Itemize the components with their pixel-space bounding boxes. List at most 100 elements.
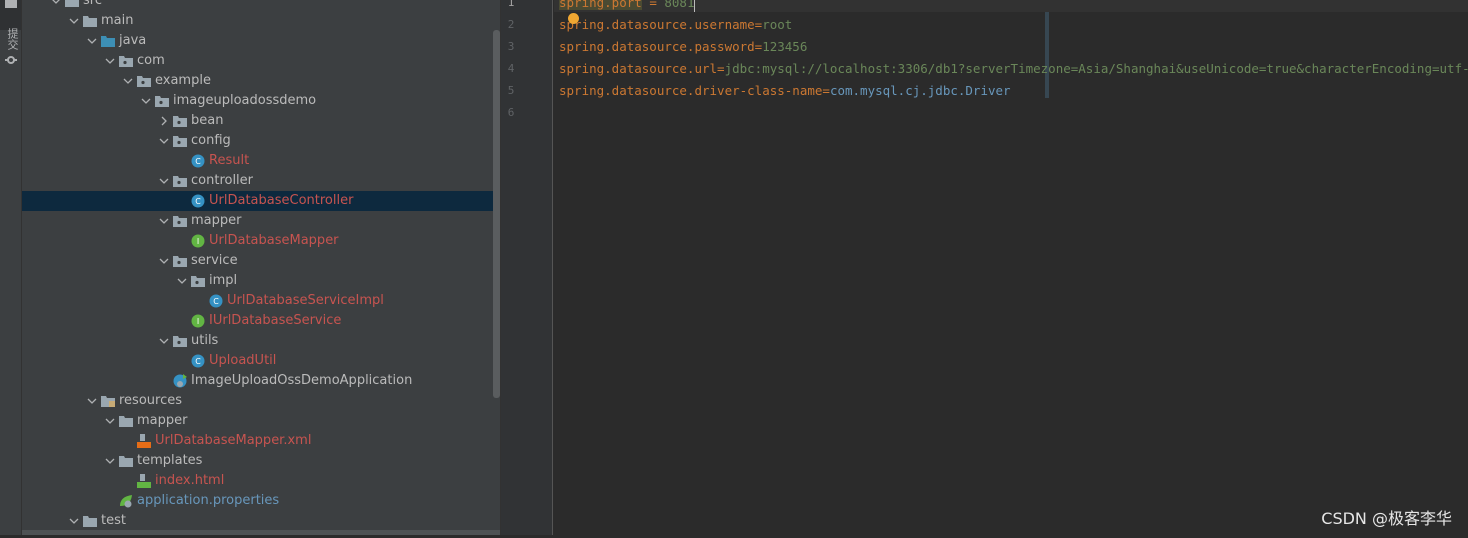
chevron-down-icon[interactable]: [68, 511, 80, 531]
tree-item[interactable]: C UploadUtil: [22, 351, 500, 371]
commit-icon: [5, 56, 17, 64]
interface-icon: I: [191, 314, 205, 328]
folder-icon: [65, 0, 79, 8]
svg-text:C: C: [213, 297, 219, 306]
package-icon: [173, 114, 187, 128]
tree-item[interactable]: index.html: [22, 471, 500, 491]
tree-item[interactable]: application.properties: [22, 491, 500, 511]
intention-bulb-icon[interactable]: [568, 13, 579, 24]
chevron-down-icon[interactable]: [140, 91, 152, 111]
tree-item[interactable]: example: [22, 71, 500, 91]
chevron-down-icon[interactable]: [68, 11, 80, 31]
folder-icon: [83, 14, 97, 28]
code-line: spring.datasource.url=jdbc:mysql://local…: [559, 58, 1468, 80]
tree-item-label: UrlDatabaseController: [209, 193, 354, 208]
tree-item[interactable]: mapper: [22, 211, 500, 231]
tree-horizontal-scrollbar[interactable]: [22, 530, 500, 535]
editor-gutter: 1 2 3 4 5 6: [501, 0, 1049, 535]
code-line: spring.datasource.username=root: [559, 14, 792, 36]
tree-item[interactable]: resources: [22, 391, 500, 411]
chevron-down-icon[interactable]: [122, 71, 134, 91]
chevron-down-icon[interactable]: [86, 391, 98, 411]
svg-text:I: I: [197, 317, 199, 326]
tree-item-label: mapper: [191, 213, 242, 228]
watermark: CSDN @极客李华: [1321, 509, 1452, 528]
class-icon: C: [191, 154, 205, 168]
tree-item[interactable]: mapper: [22, 411, 500, 431]
svg-text:I: I: [197, 237, 199, 246]
code-editor[interactable]: spring.port = 8081 spring.datasource.user…: [554, 0, 1468, 535]
resources-folder-icon: [101, 394, 115, 408]
tree-item-label: application.properties: [137, 493, 280, 508]
chevron-down-icon[interactable]: [158, 171, 170, 191]
package-icon: [137, 74, 151, 88]
line-number: 2: [507, 18, 515, 31]
tree-item[interactable]: I UrlDatabaseMapper: [22, 231, 500, 251]
tree-item[interactable]: main: [22, 11, 500, 31]
chevron-down-icon[interactable]: [104, 451, 116, 471]
tree-item-label: index.html: [155, 473, 225, 488]
package-icon: [173, 134, 187, 148]
chevron-down-icon[interactable]: [176, 271, 188, 291]
tree-item[interactable]: I IUrlDatabaseService: [22, 311, 500, 331]
chevron-down-icon[interactable]: [158, 331, 170, 351]
package-icon: [173, 214, 187, 228]
class-icon: C: [191, 194, 205, 208]
tree-item[interactable]: ImageUploadOssDemoApplication: [22, 371, 500, 391]
tree-item[interactable]: controller: [22, 171, 500, 191]
separator: =: [641, 0, 665, 10]
chevron-down-icon[interactable]: [104, 51, 116, 71]
chevron-down-icon[interactable]: [86, 31, 98, 51]
tree-item-label: impl: [209, 273, 238, 288]
tree-item[interactable]: imageuploadossdemo: [22, 91, 500, 111]
tree-item[interactable]: bean: [22, 111, 500, 131]
tree-item[interactable]: config: [22, 131, 500, 151]
tree-item-label: ImageUploadOssDemoApplication: [191, 373, 413, 388]
tree-item[interactable]: service: [22, 251, 500, 271]
folder-icon: [83, 514, 97, 528]
properties-file-icon: [119, 494, 133, 508]
separator: =: [822, 83, 830, 98]
tree-item[interactable]: C UrlDatabaseController: [22, 191, 500, 211]
tree-item[interactable]: UrlDatabaseMapper.xml: [22, 431, 500, 451]
svg-text:C: C: [195, 357, 201, 366]
line-number: 3: [507, 40, 515, 53]
chevron-down-icon[interactable]: [158, 251, 170, 271]
chevron-down-icon[interactable]: [158, 131, 170, 151]
tree-item[interactable]: utils: [22, 331, 500, 351]
tree-item[interactable]: templates: [22, 451, 500, 471]
tree-item[interactable]: com: [22, 51, 500, 71]
class-icon: C: [209, 294, 223, 308]
tree-scrollbar[interactable]: [493, 30, 500, 398]
left-tool-strip: 提交: [0, 0, 22, 535]
tree-item[interactable]: C Result: [22, 151, 500, 171]
commit-tool-tab[interactable]: 提交: [4, 28, 20, 50]
tree-item[interactable]: java: [22, 31, 500, 51]
tree-item[interactable]: C UrlDatabaseServiceImpl: [22, 291, 500, 311]
source-folder-icon: [101, 34, 115, 48]
chevron-down-icon[interactable]: [104, 411, 116, 431]
svg-text:C: C: [195, 157, 201, 166]
chevron-down-icon[interactable]: [158, 211, 170, 231]
chevron-right-icon[interactable]: [158, 111, 170, 131]
tree-item-label: resources: [119, 393, 183, 408]
tree-item[interactable]: src: [22, 0, 500, 11]
tree-item-label: bean: [191, 113, 224, 128]
separator: =: [717, 61, 725, 76]
property-value: 8081: [664, 0, 695, 10]
code-line: spring.datasource.driver-class-name=com.…: [559, 80, 1011, 102]
code-line: spring.port = 8081: [559, 0, 696, 14]
tree-item[interactable]: impl: [22, 271, 500, 291]
tree-item-label: service: [191, 253, 238, 268]
property-value: 123456: [762, 39, 808, 54]
property-value: com.mysql.cj.jdbc.Driver: [829, 83, 1011, 98]
class-icon: C: [191, 354, 205, 368]
tree-item-label: mapper: [137, 413, 188, 428]
tree-item-label: utils: [191, 333, 219, 348]
package-icon: [173, 254, 187, 268]
tree-item[interactable]: test: [22, 511, 500, 531]
project-tool-button[interactable]: [0, 0, 21, 30]
chevron-down-icon[interactable]: [50, 0, 62, 11]
tree-item-label: UrlDatabaseMapper.xml: [155, 433, 312, 448]
tree-item-label: UrlDatabaseServiceImpl: [227, 293, 384, 308]
